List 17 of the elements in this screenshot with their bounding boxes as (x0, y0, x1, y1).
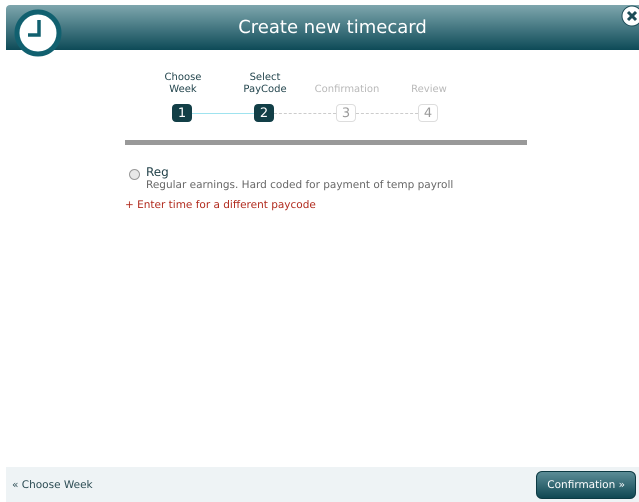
radio-button[interactable] (129, 169, 140, 180)
step-number: 4 (418, 104, 438, 122)
step-label: Review (410, 84, 448, 96)
close-icon[interactable] (621, 5, 639, 27)
next-button[interactable]: Confirmation » (536, 470, 636, 498)
window-title: Create new timecard (238, 17, 427, 38)
step-number: 2 (254, 104, 274, 122)
step-label: Select PayCode (243, 72, 287, 96)
step-label: Choose Week (164, 72, 202, 96)
back-link[interactable]: « Choose Week (12, 478, 93, 490)
add-paycode-link[interactable]: + Enter time for a different paycode (125, 199, 316, 211)
clock-icon (14, 9, 62, 57)
step-label: Confirmation (314, 84, 380, 96)
step-number: 1 (172, 104, 192, 122)
paycode-name: Reg (146, 165, 169, 179)
paycode-description: Regular earnings. Hard coded for payment of temp payroll (146, 179, 454, 191)
step-number: 3 (336, 104, 356, 122)
